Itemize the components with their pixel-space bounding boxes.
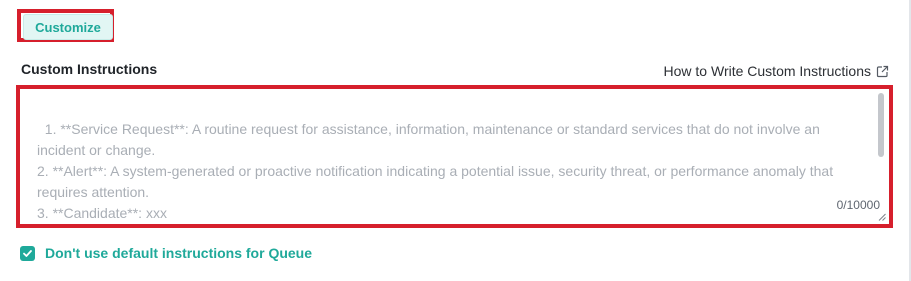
custom-instructions-label: Custom Instructions	[21, 61, 158, 77]
queue-option-row[interactable]: Don't use default instructions for Queue	[20, 245, 312, 261]
queue-option-checkbox[interactable]	[20, 245, 35, 261]
textarea-scrollbar[interactable]	[878, 93, 884, 157]
queue-option-label: Don't use default instructions for Queue	[45, 245, 313, 261]
customize-button-label: Customize	[35, 19, 101, 35]
how-to-write-link[interactable]: How to Write Custom Instructions	[664, 63, 889, 79]
customize-button[interactable]: Customize	[23, 14, 113, 40]
resize-handle-icon[interactable]	[878, 213, 886, 221]
custom-instructions-textarea[interactable]: 1. **Service Request**: A routine reques…	[21, 90, 888, 223]
character-counter: 0/10000	[836, 198, 880, 212]
how-to-write-link-label: How to Write Custom Instructions	[663, 63, 871, 79]
external-link-icon	[876, 65, 889, 77]
check-icon	[23, 249, 32, 257]
instructions-placeholder: 1. **Service Request**: A routine reques…	[37, 121, 834, 221]
